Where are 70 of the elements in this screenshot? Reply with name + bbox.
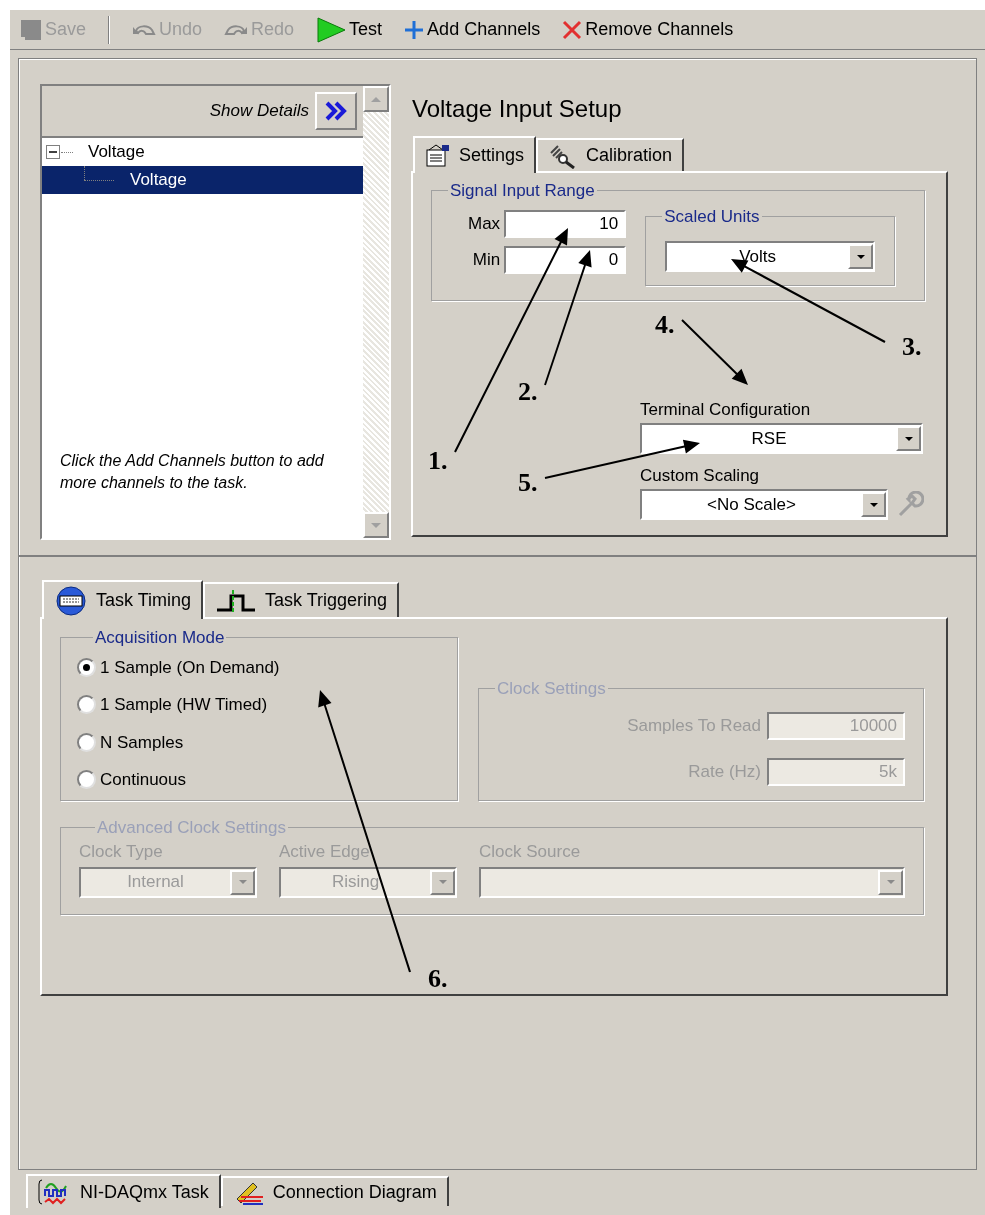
callout-label: 5.: [518, 469, 538, 497]
group-title: Advanced Clock Settings: [96, 817, 287, 839]
radio-label[interactable]: Continuous: [100, 767, 186, 793]
group-title: Scaled Units: [663, 205, 761, 228]
up-arrow-icon: [370, 95, 382, 103]
tree-item[interactable]: Voltage: [42, 166, 363, 194]
scroll-button[interactable]: [363, 512, 389, 538]
field-label: Clock Type: [79, 840, 164, 863]
radio-button[interactable]: [77, 657, 96, 677]
down-arrow-icon: [370, 521, 382, 529]
dropdown-button[interactable]: [896, 426, 921, 451]
caret-icon: [903, 435, 914, 442]
radio-button[interactable]: [77, 770, 96, 790]
input-field[interactable]: 0: [504, 245, 627, 274]
radio-button[interactable]: [77, 732, 96, 752]
group-title: Signal Input Range: [449, 180, 596, 202]
dropdown[interactable]: RSE: [640, 423, 923, 454]
tree-item[interactable]: Voltage: [42, 138, 363, 166]
input-field[interactable]: 10: [504, 209, 627, 238]
tab[interactable]: Task Triggering: [203, 582, 400, 617]
tab[interactable]: Calibration: [536, 138, 685, 171]
field-label: Terminal Configuration: [640, 399, 812, 421]
radio-button[interactable]: [77, 695, 96, 715]
tab[interactable]: Connection Diagram: [220, 1176, 449, 1206]
callout-label: 1.: [428, 447, 448, 475]
caret-icon: [237, 879, 248, 885]
callout-label: 2.: [518, 378, 538, 406]
scroll-button[interactable]: [363, 86, 389, 112]
close-icon: [562, 19, 583, 40]
details-label: Show Details: [209, 100, 309, 123]
dropdown[interactable]: <No Scale>: [640, 489, 888, 520]
callout-label: 4.: [655, 311, 675, 339]
play-icon: [316, 16, 347, 43]
caret-icon: [868, 501, 879, 508]
section-title: Voltage Input Setup: [411, 94, 623, 124]
dropdown-button[interactable]: [861, 492, 886, 517]
save-icon: [20, 18, 42, 41]
field-label: Clock Source: [479, 840, 582, 863]
collapse-icon[interactable]: [46, 144, 61, 160]
tab[interactable]: Settings: [413, 136, 537, 173]
caret-icon: [437, 879, 448, 885]
callout-label: 6.: [428, 965, 448, 993]
toolbar-button[interactable]: Test: [316, 16, 383, 43]
scrollbar[interactable]: [363, 86, 389, 538]
callout-label: 3.: [902, 333, 922, 361]
show-details-button[interactable]: [315, 92, 357, 130]
toolbar-button[interactable]: Remove Channels: [562, 16, 734, 43]
group-title: Clock Settings: [496, 678, 607, 700]
radio-label[interactable]: 1 Sample (On Demand): [100, 654, 280, 680]
pulse-icon: [215, 587, 258, 614]
caret-icon: [885, 879, 896, 885]
field-label: Min: [471, 248, 501, 271]
radio-label[interactable]: 1 Sample (HW Timed): [100, 692, 268, 718]
double-chevron-icon: [324, 100, 348, 122]
tab[interactable]: Task Timing: [42, 580, 204, 619]
hint-text: Click the Add Channels button to add more channels to the task.: [59, 451, 325, 493]
dropdown[interactable]: Volts: [665, 241, 876, 273]
clipboard-icon: [425, 143, 451, 168]
field-label: Samples To Read: [626, 714, 761, 737]
field-label: Rate (Hz): [687, 760, 761, 783]
group-title: Acquisition Mode: [94, 627, 226, 649]
toolbar-button[interactable]: Add Channels: [404, 16, 541, 43]
field-label: Max: [468, 212, 501, 235]
radio-label[interactable]: N Samples: [100, 729, 184, 755]
tab[interactable]: NI-DAQmx Task: [26, 1174, 221, 1208]
clock-icon: [54, 585, 88, 616]
field-label: Active Edge: [279, 840, 371, 863]
field-label: Custom Scaling: [640, 465, 761, 487]
plus-icon: [404, 19, 425, 40]
dropdown-button[interactable]: [848, 244, 874, 270]
